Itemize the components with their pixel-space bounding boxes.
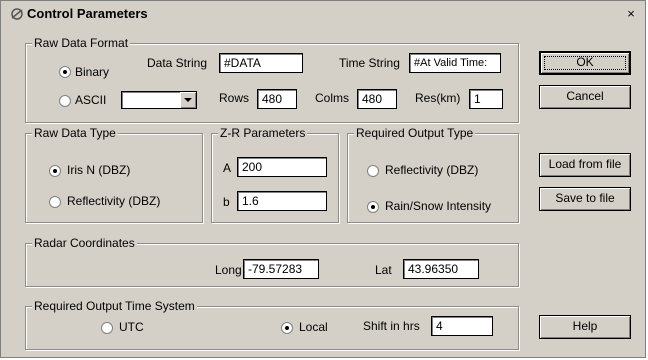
res-input[interactable]: 1 — [469, 89, 503, 109]
load-from-file-button[interactable]: Load from file — [539, 153, 631, 177]
rows-label: Rows — [219, 91, 250, 105]
title-bar[interactable]: Control Parameters × — [3, 3, 643, 25]
b-input[interactable]: 1.6 — [237, 191, 327, 211]
a-label: A — [223, 161, 232, 175]
zr-parameters-legend: Z-R Parameters — [218, 126, 308, 140]
utc-radio[interactable] — [101, 322, 113, 334]
save-to-file-button[interactable]: Save to file — [539, 187, 631, 211]
a-input[interactable]: 200 — [237, 157, 327, 177]
binary-label: Binary — [75, 65, 110, 79]
binary-radio[interactable] — [59, 66, 71, 78]
shift-input[interactable]: 4 — [431, 316, 493, 336]
raw-data-type-legend: Raw Data Type — [32, 126, 118, 140]
ok-button[interactable]: OK — [539, 51, 631, 75]
long-label: Long — [215, 263, 242, 277]
iris-n-radio[interactable] — [49, 165, 61, 177]
colms-input[interactable]: 480 — [357, 89, 397, 109]
time-string-label: Time String — [339, 56, 400, 70]
chevron-down-icon[interactable] — [180, 92, 196, 108]
local-radio[interactable] — [281, 322, 293, 334]
ok-focus-rect — [544, 56, 626, 70]
radar-coordinates-legend: Radar Coordinates — [32, 236, 137, 250]
lat-label: Lat — [375, 263, 392, 277]
ascii-label: ASCII — [75, 93, 107, 107]
rows-input[interactable]: 480 — [257, 89, 297, 109]
colms-label: Colms — [315, 91, 350, 105]
rain-snow-label: Rain/Snow Intensity — [385, 199, 492, 213]
format-select[interactable] — [121, 91, 197, 109]
b-label: b — [223, 195, 230, 209]
raw-data-type-group: Raw Data Type — [25, 126, 203, 223]
ascii-radio[interactable] — [59, 95, 71, 107]
reflectivity-output-radio[interactable] — [367, 165, 379, 177]
utc-label: UTC — [119, 320, 144, 334]
help-button[interactable]: Help — [539, 315, 631, 339]
long-input[interactable]: -79.57283 — [243, 259, 319, 279]
data-string-label: Data String — [147, 56, 208, 70]
control-parameters-dialog: Control Parameters × Raw Data Format Bin… — [0, 0, 646, 358]
output-time-system-legend: Required Output Time System — [32, 299, 197, 313]
reflectivity-output-label: Reflectivity (DBZ) — [385, 163, 479, 177]
res-label: Res(km) — [415, 91, 461, 105]
time-string-input[interactable]: #At Valid Time: — [409, 53, 501, 73]
app-icon — [11, 8, 23, 20]
data-string-input[interactable]: #DATA — [219, 53, 303, 73]
rain-snow-radio[interactable] — [367, 201, 379, 213]
close-icon[interactable]: × — [623, 7, 639, 21]
window-title: Control Parameters — [27, 6, 148, 21]
reflectivity-input-radio[interactable] — [49, 196, 61, 208]
reflectivity-input-label: Reflectivity (DBZ) — [67, 194, 161, 208]
shift-label: Shift in hrs — [363, 319, 420, 333]
iris-n-label: Iris N (DBZ) — [67, 163, 131, 177]
cancel-button[interactable]: Cancel — [539, 85, 631, 109]
raw-data-format-legend: Raw Data Format — [32, 36, 131, 50]
required-output-type-legend: Required Output Type — [354, 126, 476, 140]
local-label: Local — [299, 320, 328, 334]
lat-input[interactable]: 43.96350 — [403, 259, 479, 279]
